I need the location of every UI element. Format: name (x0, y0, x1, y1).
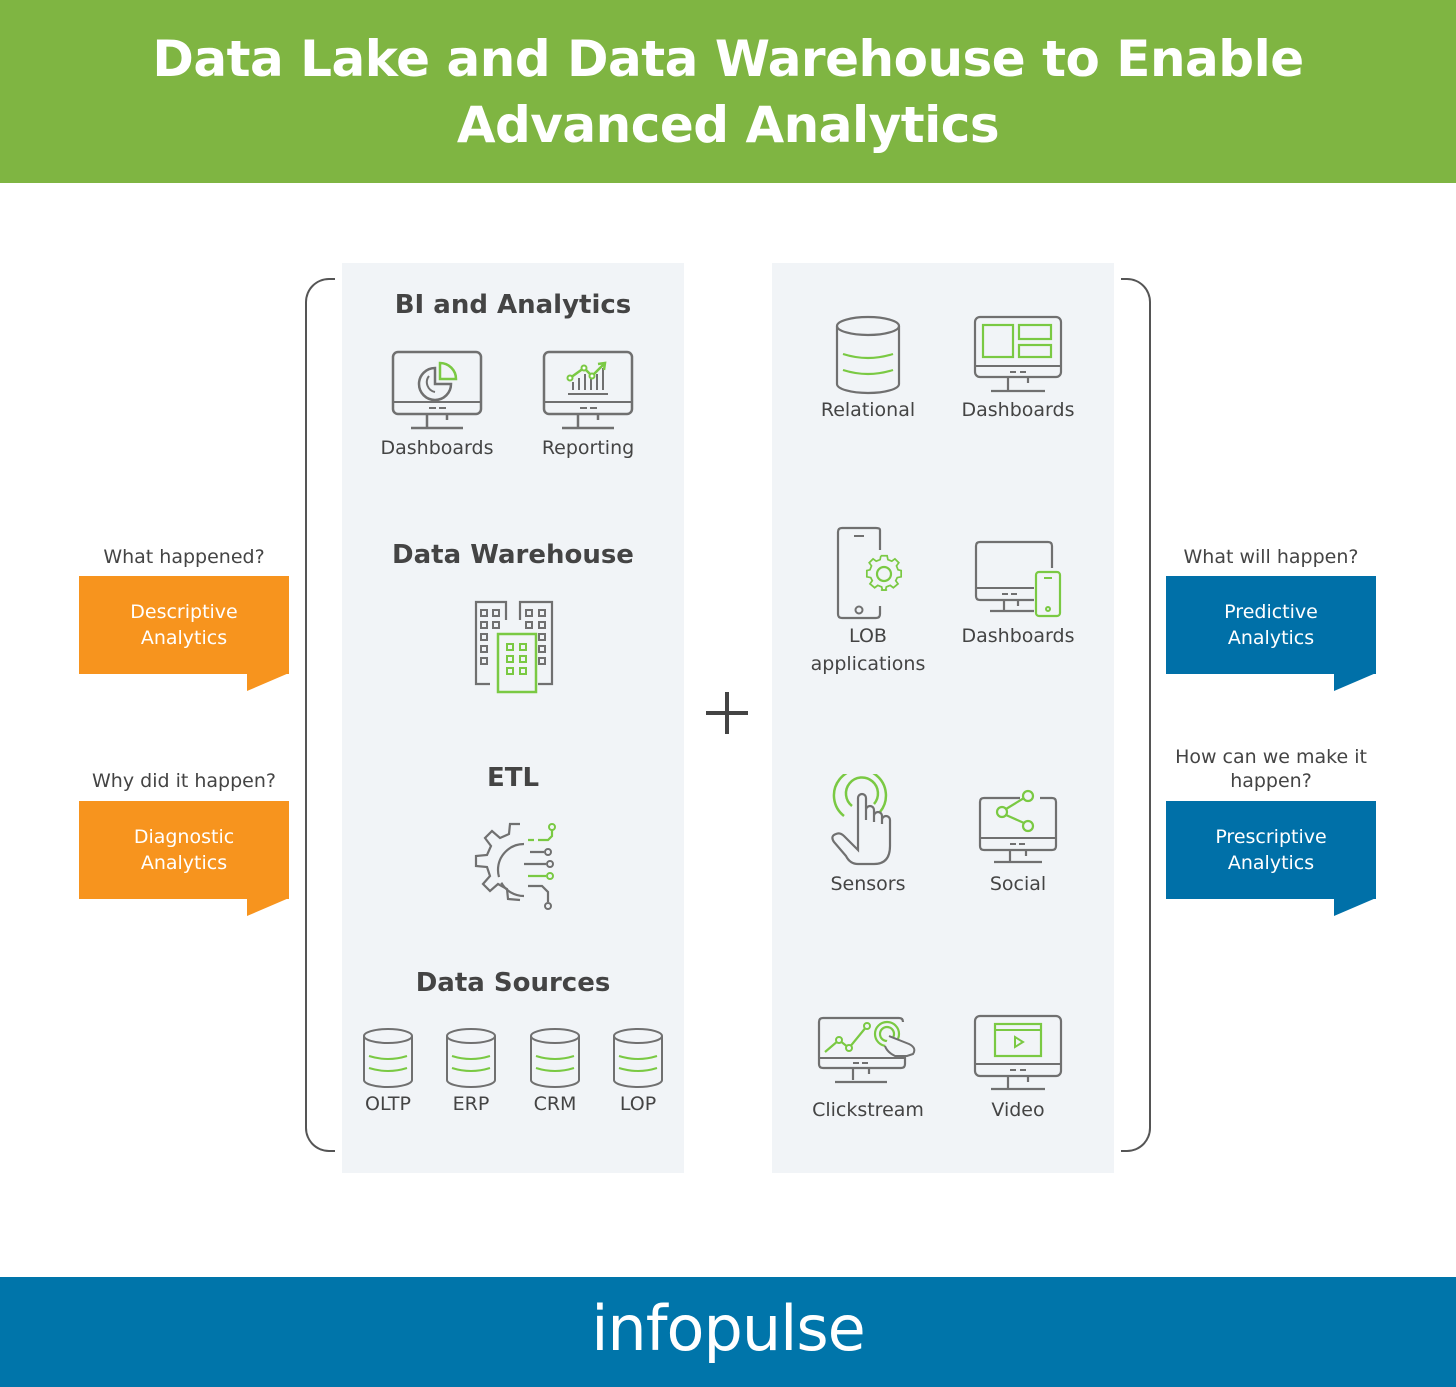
data-warehouse-item (463, 598, 563, 696)
section-title-bi-analytics: BI and Analytics (394, 290, 632, 320)
item-label: Clickstream (812, 1099, 924, 1121)
question-what-happened: What happened? (103, 546, 265, 568)
question-what-will-happen: What will happen? (1183, 546, 1359, 568)
monitor-video-icon (973, 1014, 1063, 1091)
item-label: Sensors (830, 873, 906, 895)
item-label: Relational (820, 399, 916, 421)
header-banner: Data Lake and Data Warehouse to Enable A… (0, 0, 1456, 183)
lake-sensors-item: Sensors (808, 774, 928, 898)
monitor-pie-chart-icon (391, 350, 483, 430)
item-label: CRM (533, 1093, 577, 1115)
section-title-data-warehouse: Data Warehouse (392, 540, 634, 570)
callout-line-2: Analytics (1227, 852, 1315, 874)
source-oltp-item: OLTP (353, 1026, 423, 1118)
callout-line-2: Analytics (1227, 627, 1315, 649)
monitor-share-icon (978, 789, 1058, 864)
callout-predictive-analytics: Predictive Analytics (1166, 576, 1376, 693)
callout-tail (1334, 673, 1376, 691)
lake-clickstream-item: Clickstream (808, 1012, 928, 1124)
gear-circuit-icon (474, 822, 556, 910)
callout-tail (1334, 898, 1376, 916)
callout-line-1: Prescriptive (1215, 826, 1327, 848)
monitor-bar-chart-icon (542, 350, 634, 430)
hand-touch-icon (831, 774, 892, 866)
monitor-layout-icon (973, 315, 1063, 393)
database-icon (835, 315, 901, 395)
item-label: Social (989, 873, 1047, 895)
question-why-did-it-happen: Why did it happen? (92, 770, 276, 792)
item-label: Video (991, 1099, 1045, 1121)
left-bracket (305, 278, 335, 1152)
etl-item (466, 820, 566, 920)
monitor-phone-icon (974, 540, 1062, 618)
callout-diagnostic-analytics: Diagnostic Analytics (79, 801, 289, 918)
callout-box: Prescriptive Analytics (1166, 801, 1376, 899)
source-erp-item: ERP (436, 1026, 506, 1118)
database-icon (613, 1028, 663, 1088)
phone-gear-icon (836, 526, 903, 620)
monitor-click-chart-icon (817, 1016, 916, 1084)
callout-line-2: Analytics (140, 627, 228, 649)
callout-tail (247, 673, 289, 691)
footer-banner: infopulse (0, 1277, 1456, 1387)
buildings-icon (474, 600, 554, 694)
title-line-1: Data Lake and Data Warehouse to Enable (152, 29, 1304, 88)
item-label: LOB (849, 625, 887, 647)
lake-dashboards-item: Dashboards (958, 314, 1078, 424)
callout-box: Diagnostic Analytics (79, 801, 289, 899)
title-line-2: Advanced Analytics (456, 95, 1000, 154)
database-icon (446, 1028, 496, 1088)
lake-social-item: Social (958, 786, 1078, 898)
callout-line-1: Descriptive (130, 601, 238, 623)
infopulse-logo: infopulse (591, 1292, 866, 1365)
callout-prescriptive-analytics: Prescriptive Analytics (1166, 801, 1376, 918)
database-icon (530, 1028, 580, 1088)
item-label: ERP (452, 1093, 490, 1115)
callout-line-2: Analytics (140, 852, 228, 874)
callout-descriptive-analytics: Descriptive Analytics (79, 576, 289, 693)
database-icon (363, 1028, 413, 1088)
callout-box: Descriptive Analytics (79, 576, 289, 674)
source-crm-item: CRM (520, 1026, 590, 1118)
item-label: Dashboards (961, 399, 1075, 421)
section-title-etl: ETL (486, 763, 540, 793)
question-how-can-we-make-it-happen: How can we make it happen? (1166, 745, 1376, 793)
item-label: Dashboards (380, 437, 494, 459)
plus-icon (706, 692, 748, 734)
section-title-data-sources: Data Sources (415, 968, 611, 998)
callout-line-1: Diagnostic (133, 826, 235, 848)
lake-lob-applications-item: LOB applications (808, 526, 928, 678)
callout-line-1: Predictive (1224, 601, 1318, 623)
question-line-1: How can we make it (1175, 746, 1367, 768)
item-label: applications (810, 653, 926, 675)
bi-reporting-item: Reporting (528, 348, 648, 462)
right-bracket (1121, 278, 1151, 1152)
item-label: Reporting (541, 437, 635, 459)
lake-relational-item: Relational (808, 314, 928, 424)
callout-box: Predictive Analytics (1166, 576, 1376, 674)
callout-tail (247, 898, 289, 916)
page-title: Data Lake and Data Warehouse to Enable A… (152, 26, 1304, 158)
item-label: LOP (619, 1093, 657, 1115)
lake-video-item: Video (958, 1012, 1078, 1124)
item-label: OLTP (365, 1093, 411, 1115)
source-lop-item: LOP (603, 1026, 673, 1118)
item-label: Dashboards (961, 625, 1075, 647)
bi-dashboards-item: Dashboards (377, 348, 497, 462)
question-line-2: happen? (1230, 770, 1312, 792)
lake-dashboards-mobile-item: Dashboards (958, 538, 1078, 650)
